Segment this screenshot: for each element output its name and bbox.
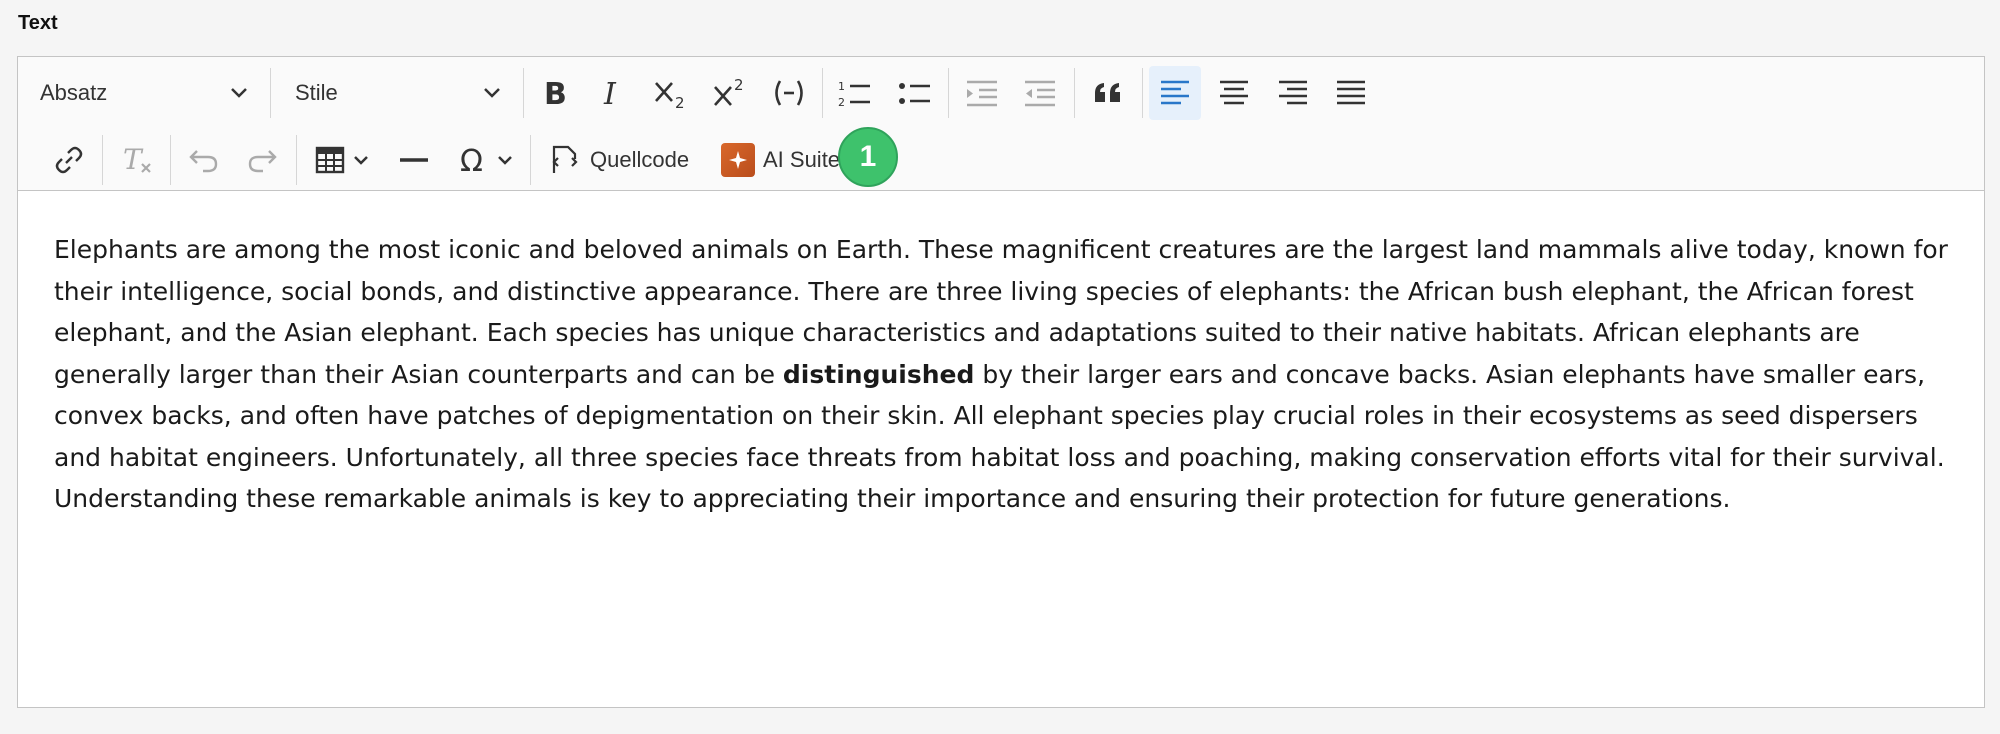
remove-format-button[interactable]: T [110,133,164,187]
svg-text:2: 2 [675,94,685,109]
italic-icon: I [603,78,617,108]
toolbar-row-1: Absatz Stile B I 2 2 1 2 [18,60,1984,120]
source-code-icon [552,145,578,173]
source-code-label: Quellcode [590,147,690,172]
toolbar-separator [523,68,524,118]
style-dropdown[interactable]: Stile [273,66,523,120]
subscript-button[interactable]: 2 [645,66,697,120]
align-center-icon [1220,80,1248,105]
paragraph-format-dropdown[interactable]: Absatz [18,66,270,120]
chevron-down-icon [354,155,368,165]
align-right-button[interactable] [1267,66,1319,120]
align-left-button[interactable] [1149,66,1201,120]
toolbar-separator [296,135,297,185]
source-code-button[interactable]: Quellcode [548,133,689,187]
italic-button[interactable]: I [587,66,639,120]
toolbar-separator [948,68,949,118]
toolbar-separator [270,68,271,118]
svg-text:2: 2 [734,77,744,94]
insert-table-button[interactable] [304,133,380,187]
svg-text:2: 2 [838,96,845,108]
toolbar-row-2: T Ω Quellcode AI Suite [18,127,1984,187]
svg-text:1: 1 [838,80,845,93]
link-icon [55,146,83,174]
inline-code-button[interactable] [763,66,815,120]
chevron-down-icon [484,88,500,98]
link-button[interactable] [42,133,96,187]
svg-text:T: T [123,145,144,175]
superscript-icon: 2 [714,77,744,106]
indent-button[interactable] [1013,66,1067,120]
toolbar-separator [1142,68,1143,118]
redo-icon [248,150,277,173]
indent-icon [1025,80,1055,107]
horizontal-line-icon [400,158,428,162]
outdent-button[interactable] [955,66,1009,120]
toolbar-separator [102,135,103,185]
toolbar-separator [822,68,823,118]
toolbar-separator [1074,68,1075,118]
paragraph-format-value: Absatz [40,80,108,105]
svg-text:B: B [544,78,567,108]
numbered-list-button[interactable]: 12 [828,66,882,120]
inline-code-icon [775,80,803,106]
remove-format-icon: T [123,145,151,175]
table-icon [315,146,345,174]
align-center-button[interactable] [1208,66,1260,120]
redo-button[interactable] [235,133,289,187]
bold-text: distinguished [782,359,975,389]
subscript-icon: 2 [655,82,685,109]
bullet-list-icon [899,83,930,104]
svg-text:I: I [603,78,617,108]
undo-icon [189,150,218,173]
justify-icon [1337,80,1365,105]
align-right-icon [1279,80,1307,105]
align-left-icon [1161,80,1189,105]
outdent-icon [967,80,997,107]
ai-suite-button[interactable]: AI Suite [721,133,840,187]
numbered-list-icon: 12 [838,80,870,108]
field-label: Text [18,12,58,34]
horizontal-line-button[interactable] [387,133,441,187]
content-paragraph: Elephants are among the most iconic and … [54,229,1948,520]
style-value: Stile [295,80,338,105]
toolbar-separator [530,135,531,185]
bold-button[interactable]: B [529,66,581,120]
justify-button[interactable] [1325,66,1377,120]
undo-button[interactable] [177,133,231,187]
chevron-down-icon [498,155,512,165]
rich-text-editor: Absatz Stile B I 2 2 1 2 T Ω Quellcode A… [17,56,1985,708]
chevron-down-icon [231,88,247,98]
special-characters-icon: Ω [460,145,483,175]
toolbar-separator [170,135,171,185]
blockquote-button[interactable] [1081,66,1135,120]
blockquote-icon [1095,83,1120,102]
step-badge: 1 [838,127,898,187]
special-characters-button[interactable]: Ω [449,133,523,187]
editor-content[interactable]: Elephants are among the most iconic and … [18,191,1984,520]
bullet-list-button[interactable] [888,66,942,120]
editor-toolbar: Absatz Stile B I 2 2 1 2 T Ω Quellcode A… [18,57,1984,191]
ai-suite-label: AI Suite [763,147,841,172]
svg-text:Ω: Ω [460,145,483,175]
ai-suite-icon [721,143,755,177]
bold-icon: B [544,78,567,108]
superscript-button[interactable]: 2 [704,66,756,120]
